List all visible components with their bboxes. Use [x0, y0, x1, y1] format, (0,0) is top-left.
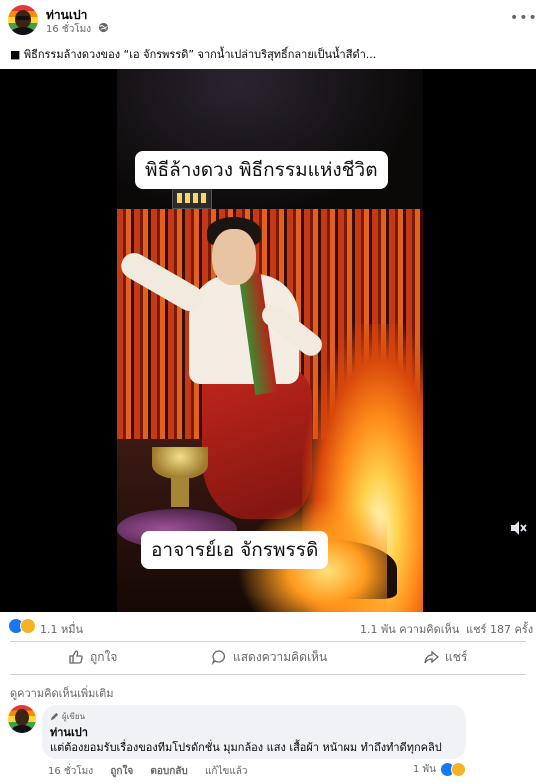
divider	[10, 674, 526, 675]
reaction-count[interactable]: 1.1 หมื่น	[40, 620, 83, 638]
comment-like-button[interactable]: ถูกใจ	[110, 766, 133, 777]
view-more-comments-link[interactable]: ดูความคิดเห็นเพิ่มเติม	[10, 684, 114, 702]
divider	[10, 641, 526, 642]
comment-bubble-icon	[211, 650, 225, 665]
mute-icon[interactable]	[508, 518, 528, 538]
commenter-avatar[interactable]	[8, 705, 36, 733]
more-options-icon[interactable]: •••	[510, 10, 536, 26]
globe-icon	[98, 22, 109, 33]
post-header: ท่านเปา 16 ชั่วโมง •••	[0, 0, 536, 40]
reaction-icons[interactable]	[8, 618, 40, 636]
comment-edited-label: แก้ไขแล้ว	[204, 766, 248, 777]
comment-count[interactable]: 1.1 พัน ความคิดเห็น	[360, 620, 459, 638]
comment-reply-button[interactable]: ตอบกลับ	[150, 766, 187, 777]
haha-reaction-icon	[450, 762, 466, 777]
facebook-post: ท่านเปา 16 ชั่วโมง ••• ■ พิธีกรรมล้างดวง…	[0, 0, 536, 783]
stage-light	[172, 187, 212, 209]
comment-time[interactable]: 16 ชั่วโมง	[48, 766, 93, 777]
comment-actions: 16 ชั่วโมง ถูกใจ ตอบกลับ แก้ไขแล้ว	[48, 764, 262, 779]
share-button-label: แชร์	[445, 649, 468, 664]
post-timestamp[interactable]: 16 ชั่วโมง	[46, 22, 91, 37]
author-avatar[interactable]	[8, 5, 38, 35]
video-caption-bottom: อาจารย์เอ จักรพรรดิ	[141, 531, 329, 569]
comment-bubble: ผู้เขียน ท่านเปา แต่ต้องยอมรับเรื่องของท…	[42, 705, 466, 759]
comment-button[interactable]: แสดงความคิดเห็น	[211, 646, 327, 668]
share-arrow-icon	[424, 650, 439, 664]
golden-bowl	[152, 447, 208, 479]
haha-reaction-icon	[20, 618, 36, 634]
comment-text: แต่ต้องยอมรับเรื่องของทีมโปรดักชั่น มุมก…	[50, 741, 442, 754]
post-stats: 1.1 หมื่น 1.1 พัน ความคิดเห็น แชร์ 187 ค…	[0, 614, 536, 640]
video-caption-top: พิธีล้างดวง พิธีกรรมแห่งชีวิต	[135, 151, 388, 189]
video-frame: พิธีล้างดวง พิธีกรรมแห่งชีวิต อาจารย์เอ …	[117, 69, 423, 612]
pencil-icon	[50, 712, 59, 721]
performer	[212, 229, 256, 285]
author-badge-label: ผู้เขียน	[62, 712, 86, 721]
video-player[interactable]: พิธีล้างดวง พิธีกรรมแห่งชีวิต อาจารย์เอ …	[0, 69, 536, 612]
comment-reaction-count: 1 พัน	[413, 764, 436, 775]
share-button[interactable]: แชร์	[423, 646, 467, 668]
author-badge: ผู้เขียน	[50, 710, 85, 723]
comment-reactions[interactable]: 1 พัน	[413, 762, 466, 777]
share-count[interactable]: แชร์ 187 ครั้ง	[466, 620, 533, 638]
comment-button-label: แสดงความคิดเห็น	[233, 649, 328, 664]
post-text: ■ พิธีกรรมล้างดวงของ “เอ จักรพรรดิ” จากน…	[10, 48, 377, 61]
like-button-label: ถูกใจ	[90, 649, 118, 664]
thumbs-up-icon	[69, 650, 83, 664]
like-button[interactable]: ถูกใจ	[68, 646, 117, 668]
